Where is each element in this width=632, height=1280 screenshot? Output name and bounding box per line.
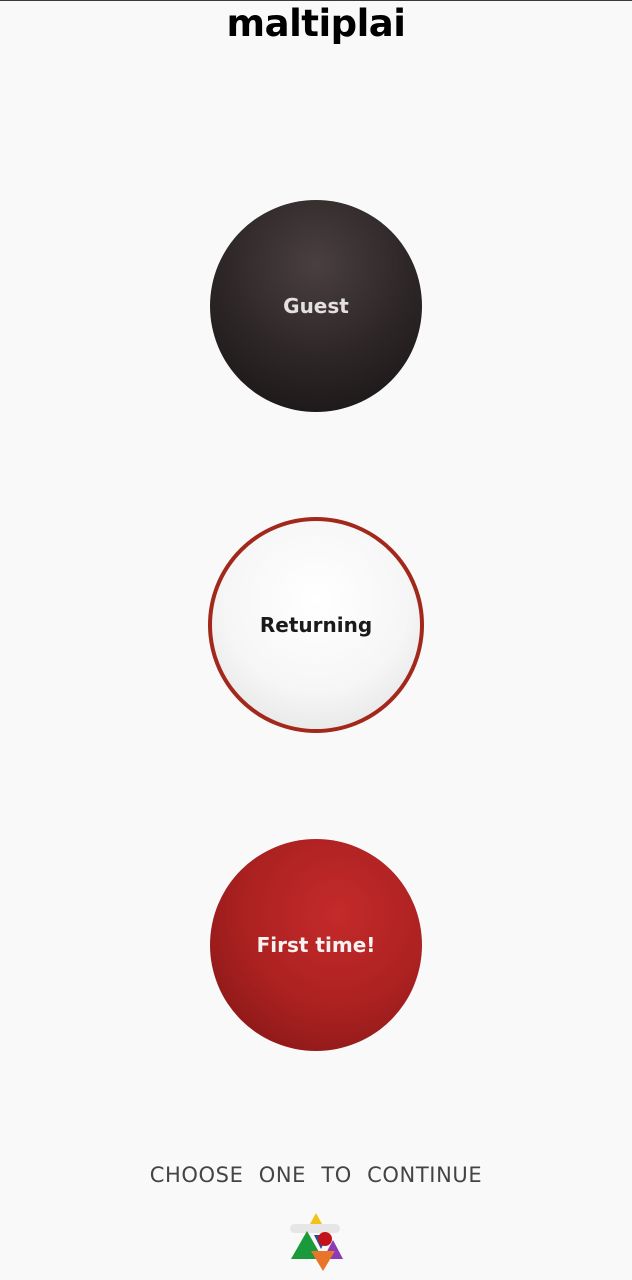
guest-button[interactable]: Guest bbox=[210, 200, 422, 412]
app-title: maltiplai bbox=[226, 2, 406, 45]
top-divider bbox=[0, 0, 632, 1]
guest-button-label: Guest bbox=[283, 294, 349, 318]
first-time-button[interactable]: First time! bbox=[210, 839, 422, 1051]
first-time-button-label: First time! bbox=[256, 933, 376, 957]
returning-button[interactable]: Returning bbox=[208, 517, 424, 733]
returning-button-label: Returning bbox=[259, 613, 373, 637]
brand-logo-icon bbox=[290, 1213, 343, 1271]
continue-prompt: CHOOSE ONE TO CONTINUE bbox=[149, 1163, 483, 1187]
